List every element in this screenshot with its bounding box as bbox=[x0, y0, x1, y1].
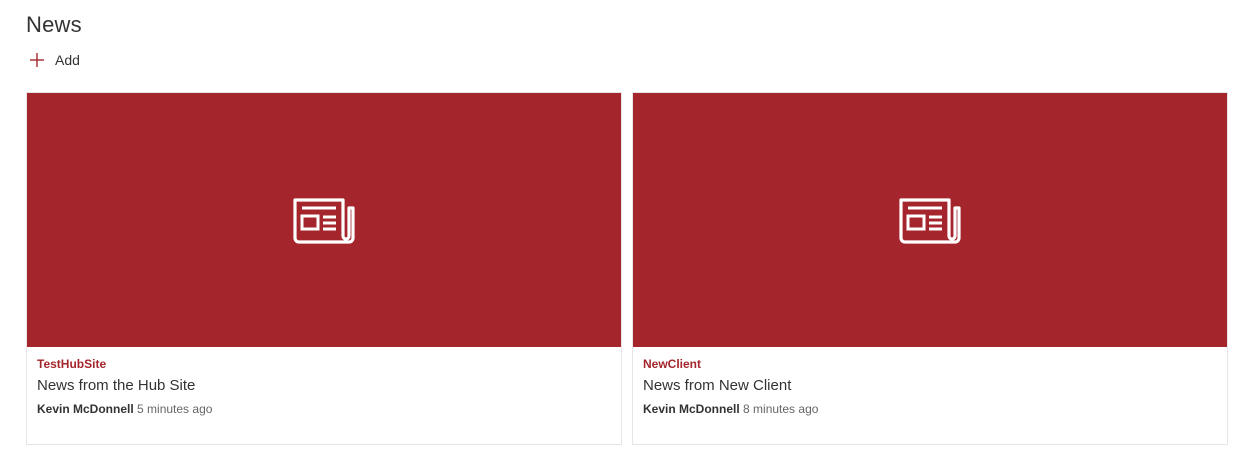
news-card[interactable]: NewClient News from New Client Kevin McD… bbox=[632, 92, 1228, 445]
news-site-name[interactable]: TestHubSite bbox=[37, 357, 106, 371]
news-thumbnail[interactable] bbox=[27, 93, 621, 347]
add-news-button[interactable]: Add bbox=[28, 50, 80, 70]
news-card[interactable]: TestHubSite News from the Hub Site Kevin… bbox=[26, 92, 622, 445]
add-news-label: Add bbox=[55, 52, 80, 68]
news-author: Kevin McDonnell bbox=[37, 402, 134, 416]
news-author: Kevin McDonnell bbox=[643, 402, 740, 416]
news-meta: Kevin McDonnell 8 minutes ago bbox=[643, 402, 818, 416]
plus-icon bbox=[30, 53, 44, 67]
newspaper-icon bbox=[899, 198, 961, 244]
news-meta: Kevin McDonnell 5 minutes ago bbox=[37, 402, 212, 416]
news-time: 8 minutes ago bbox=[743, 402, 819, 416]
news-site-name[interactable]: NewClient bbox=[643, 357, 701, 371]
newspaper-icon bbox=[293, 198, 355, 244]
news-title[interactable]: News from New Client bbox=[643, 377, 791, 394]
news-time: 5 minutes ago bbox=[137, 402, 213, 416]
news-thumbnail[interactable] bbox=[633, 93, 1227, 347]
page-title: News bbox=[26, 12, 82, 37]
news-title[interactable]: News from the Hub Site bbox=[37, 377, 195, 394]
